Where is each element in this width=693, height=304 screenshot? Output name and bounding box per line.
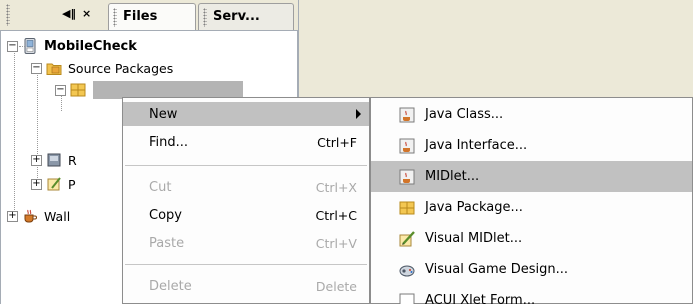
visual-midlet-icon: [399, 230, 415, 246]
submenu-arrow-icon: [356, 109, 361, 119]
menu-item-accelerator: Delete: [315, 278, 357, 294]
submenu-item-label: Java Interface...: [425, 138, 528, 153]
menu-separator: [125, 165, 367, 166]
game-design-icon: [399, 265, 415, 276]
menu-item-label: Copy: [149, 207, 182, 223]
collapse-icon[interactable]: −: [7, 40, 18, 52]
projects-tab-strip: ◀‖ × Files Serv...: [0, 0, 298, 31]
tab-files[interactable]: Files: [108, 3, 196, 30]
project-properties-icon: [47, 177, 61, 191]
menu-item-label: Cut: [149, 179, 172, 195]
menu-item-accelerator: Ctrl+C: [315, 207, 357, 223]
tree-node-wall[interactable]: + Wall: [7, 205, 70, 227]
ide-window: ◀‖ × Files Serv... − MobileCheck − Sourc…: [0, 0, 693, 304]
submenu-item-midlet[interactable]: MIDlet...: [371, 161, 692, 192]
collapse-icon[interactable]: −: [31, 62, 42, 74]
submenu-item-java-package[interactable]: Java Package...: [371, 192, 692, 223]
tab-grip-icon: [113, 8, 117, 27]
menu-item-delete[interactable]: Delete Delete: [123, 274, 369, 298]
submenu-item-visual-midlet[interactable]: Visual MIDlet...: [371, 223, 692, 254]
submenu-item-label: Visual Game Design...: [425, 262, 569, 277]
menu-item-accelerator: Ctrl+F: [317, 134, 357, 150]
menu-item-label: Delete: [149, 278, 192, 294]
menu-item-accelerator: Ctrl+X: [315, 179, 357, 195]
tree-node-source-packages[interactable]: − Source Packages: [31, 57, 173, 79]
java-class-icon: [399, 107, 415, 122]
close-panel-icon[interactable]: ×: [82, 7, 91, 20]
menu-item-label: Paste: [149, 235, 185, 251]
tab-services[interactable]: Serv...: [198, 3, 294, 30]
panel-controls: ◀‖ ×: [62, 7, 91, 20]
tab-grip-icon: [203, 8, 207, 27]
tab-services-label: Serv...: [213, 9, 260, 24]
menu-item-find[interactable]: Find... Ctrl+F: [123, 130, 369, 154]
menu-item-accelerator: Ctrl+V: [315, 235, 357, 251]
tree-node-p[interactable]: + P: [31, 173, 76, 195]
new-submenu: Java Class... Java Interface... MIDlet..…: [370, 97, 693, 304]
submenu-item-label: MIDlet...: [425, 169, 480, 184]
submenu-item-label: Visual MIDlet...: [425, 231, 523, 246]
tree-node-resources[interactable]: + R: [31, 149, 77, 171]
midlet-icon: [399, 169, 415, 184]
java-interface-icon: [399, 138, 415, 153]
tree-label-p: P: [68, 176, 76, 192]
restore-panel-icon[interactable]: ◀‖: [62, 7, 76, 20]
submenu-item-label: Java Package...: [425, 200, 523, 215]
submenu-item-label: Java Class...: [425, 107, 504, 122]
tree-connector: [14, 46, 15, 222]
menu-item-copy[interactable]: Copy Ctrl+C: [123, 203, 369, 227]
package-icon: [70, 83, 86, 97]
tree-label-wall: Wall: [44, 208, 71, 224]
submenu-item-acui-xlet-form[interactable]: ACUI Xlet Form...: [371, 285, 692, 304]
submenu-item-java-interface[interactable]: Java Interface...: [371, 130, 692, 161]
expand-icon[interactable]: +: [31, 178, 42, 190]
collapse-icon[interactable]: −: [55, 84, 66, 96]
resources-icon: [47, 153, 61, 167]
tree-label-mobilecheck: MobileCheck: [44, 38, 137, 54]
menu-item-label: Find...: [149, 134, 189, 150]
submenu-item-java-class[interactable]: Java Class...: [371, 99, 692, 130]
tab-files-label: Files: [123, 9, 158, 24]
submenu-item-label: ACUI Xlet Form...: [425, 293, 536, 304]
expand-icon[interactable]: +: [7, 210, 18, 222]
tree-label-r: R: [68, 152, 77, 168]
tree-label-source-packages: Source Packages: [68, 60, 174, 76]
menu-item-cut[interactable]: Cut Ctrl+X: [123, 175, 369, 199]
context-menu: New Find... Ctrl+F Cut Ctrl+X Copy Ctrl+…: [122, 97, 370, 304]
source-folder-icon: [46, 63, 62, 75]
form-icon: [399, 293, 415, 304]
java-cup-icon: [24, 209, 37, 223]
menu-item-label: New: [149, 106, 178, 122]
package-icon: [399, 201, 415, 214]
tree-node-mobilecheck[interactable]: − MobileCheck: [7, 35, 137, 57]
expand-icon[interactable]: +: [31, 154, 42, 166]
drag-grip-icon[interactable]: [6, 4, 10, 26]
menu-separator: [125, 264, 367, 265]
menu-item-new[interactable]: New: [123, 102, 369, 126]
menu-item-paste[interactable]: Paste Ctrl+V: [123, 231, 369, 255]
submenu-item-visual-game-design[interactable]: Visual Game Design...: [371, 254, 692, 285]
